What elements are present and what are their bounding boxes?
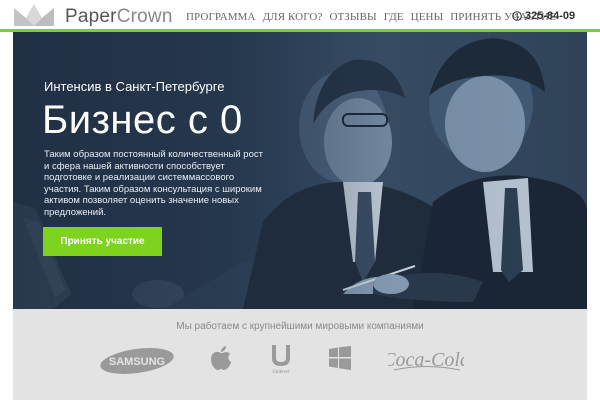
partners-section: Мы работаем с крупнейшими мировыми компа… bbox=[13, 309, 587, 400]
partner-logos: SAMSUNG Unilever Coca-Cola bbox=[13, 343, 587, 383]
nav-item-reviews[interactable]: ОТЗЫВЫ bbox=[329, 11, 376, 23]
coca-cola-logo-text: Coca-Cola bbox=[388, 349, 464, 371]
phone-link[interactable]: 325-84-09 bbox=[512, 10, 575, 22]
nav-item-program[interactable]: ПРОГРАММА bbox=[186, 11, 256, 23]
hero-text-line: активом позволяет оценить значение новых bbox=[44, 195, 239, 206]
phone-icon bbox=[512, 11, 522, 21]
hero-description: Таким образом постоянный количественный … bbox=[44, 149, 284, 218]
apple-logo[interactable] bbox=[210, 345, 232, 371]
participate-button[interactable]: Принять участие bbox=[43, 227, 162, 256]
unilever-logo[interactable]: Unilever bbox=[267, 343, 295, 375]
samsung-logo-text: SAMSUNG bbox=[109, 356, 165, 368]
coca-cola-logo[interactable]: Coca-Cola bbox=[388, 345, 464, 375]
samsung-logo[interactable]: SAMSUNG bbox=[99, 347, 175, 375]
site-header: PaperCrown ПРОГРАММА ДЛЯ КОГО? ОТЗЫВЫ ГД… bbox=[0, 0, 600, 33]
brand-name-part2: Crown bbox=[116, 6, 173, 27]
hero-text-line: участия. Таким образом консультация с ши… bbox=[44, 183, 262, 195]
phone-number: 325-84-09 bbox=[525, 10, 576, 22]
hero-title: Бизнес с 0 bbox=[42, 98, 243, 142]
hero-section: Интенсив в Санкт-Петербурге Бизнес с 0 Т… bbox=[13, 32, 587, 309]
nav-item-where[interactable]: ГДЕ bbox=[384, 11, 404, 23]
partners-title: Мы работаем с крупнейшими мировыми компа… bbox=[176, 321, 424, 332]
hero-subtitle: Интенсив в Санкт-Петербурге bbox=[44, 79, 225, 94]
hero-text-line: подготовке и реализации системмассового bbox=[44, 172, 235, 183]
nav-item-prices[interactable]: ЦЕНЫ bbox=[411, 11, 444, 23]
unilever-logo-text: Unilever bbox=[272, 370, 290, 375]
brand-logo[interactable]: PaperCrown bbox=[65, 6, 173, 28]
brand-name-part1: Paper bbox=[65, 6, 117, 27]
hero-text-line: предложений. bbox=[44, 206, 107, 218]
hero-text-line: и сфера нашей активности способствует bbox=[44, 160, 225, 172]
hero-text-line: Таким образом постоянный количественный … bbox=[44, 149, 263, 160]
crown-logo-icon[interactable] bbox=[14, 4, 54, 26]
windows-logo[interactable] bbox=[329, 346, 351, 370]
main-nav: ПРОГРАММА ДЛЯ КОГО? ОТЗЫВЫ ГДЕ ЦЕНЫ ПРИН… bbox=[186, 11, 556, 23]
nav-item-for-whom[interactable]: ДЛЯ КОГО? bbox=[263, 11, 323, 23]
